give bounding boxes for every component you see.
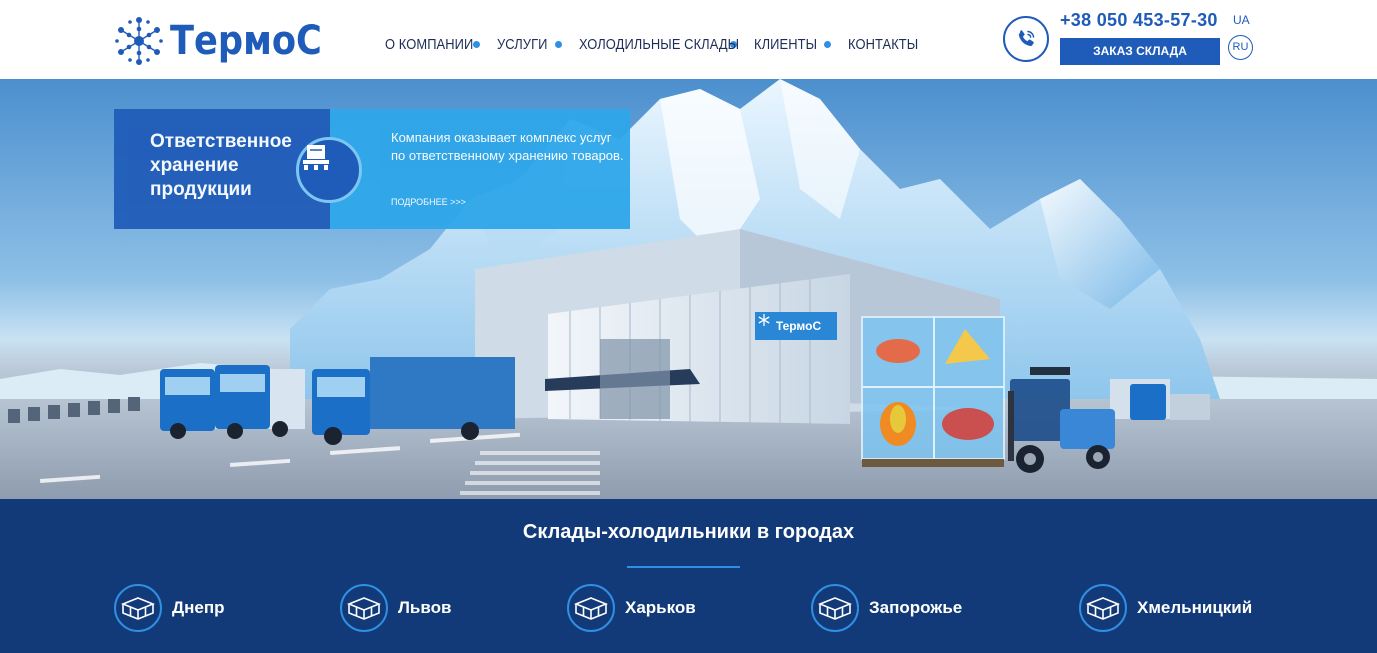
- nav-separator-dot: [555, 41, 562, 48]
- city-kharkiv[interactable]: Харьков: [567, 584, 696, 632]
- city-khmelnytskyi[interactable]: Хмельницкий: [1079, 584, 1252, 632]
- nav-item-clients[interactable]: КЛИЕНТЫ: [754, 36, 817, 53]
- nav-item-about[interactable]: О КОМПАНИИ: [385, 36, 473, 53]
- info-card-title: Ответственное хранение продукции: [150, 131, 292, 200]
- phone-icon: [1018, 30, 1035, 47]
- sign-snowflake-icon: [758, 314, 770, 326]
- warehouse-boxes-icon: [1079, 584, 1127, 632]
- city-name-kharkiv: Харьков: [625, 598, 696, 617]
- lang-switch-ru[interactable]: RU: [1228, 35, 1253, 60]
- cities-heading: Склады-холодильники в городах: [522, 521, 855, 543]
- nav-separator-dot: [824, 41, 831, 48]
- warehouse-boxes-icon: [811, 584, 859, 632]
- building-sign-text: ТермоС: [775, 319, 822, 333]
- lang-switch-ua[interactable]: UA: [1233, 13, 1250, 27]
- order-warehouse-button[interactable]: ЗАКАЗ СКЛАДА: [1060, 38, 1220, 65]
- nav-item-cold-warehouses[interactable]: ХОЛОДИЛЬНЫЕ СКЛАДЫ: [579, 36, 739, 53]
- city-dnipro[interactable]: Днепр: [114, 584, 225, 632]
- logo-text: ТермоС: [170, 18, 322, 64]
- storage-pallet-icon: [303, 145, 329, 170]
- city-zaporizhzhia[interactable]: Запорожье: [811, 584, 962, 632]
- hero-banner: Ответственное хранение продукции Компани…: [0, 79, 1377, 499]
- nav-item-contacts[interactable]: КОНТАКТЫ: [848, 36, 918, 53]
- info-card-text: Компания оказывает комплекс услуг по отв…: [391, 130, 624, 163]
- city-name-khmelnytskyi: Хмельницкий: [1137, 598, 1253, 617]
- nav-separator-dot: [473, 41, 480, 48]
- info-card-text-panel: Компания оказывает комплекс услуг по отв…: [330, 109, 630, 229]
- snowflake-logo-icon: [115, 17, 163, 65]
- warehouse-boxes-icon: [567, 584, 615, 632]
- phone-number[interactable]: +38 050 453-57-30: [1060, 10, 1218, 31]
- info-card-badge: [296, 137, 362, 203]
- warehouse-boxes-icon: [340, 584, 388, 632]
- heading-underline: [627, 566, 740, 568]
- phone-call-button[interactable]: [1003, 16, 1049, 62]
- city-name-zaporizhzhia: Запорожье: [869, 598, 963, 617]
- warehouse-boxes-icon: [114, 584, 162, 632]
- cities-section: Склады-холодильники в городах Днепр Льво…: [0, 499, 1377, 653]
- building-sign: ТермоС: [757, 313, 837, 339]
- read-more-link[interactable]: ПОДРОБНЕЕ >>>: [391, 197, 466, 207]
- nav-item-services[interactable]: УСЛУГИ: [497, 36, 547, 53]
- city-name-lviv: Львов: [398, 598, 452, 617]
- city-lviv[interactable]: Львов: [340, 584, 451, 632]
- main-nav: О КОМПАНИИ УСЛУГИ ХОЛОДИЛЬНЫЕ СКЛАДЫ КЛИ…: [385, 36, 930, 53]
- logo[interactable]: ТермоС: [114, 14, 343, 68]
- site-header: ТермоС О КОМПАНИИ УСЛУГИ ХОЛОДИЛЬНЫЕ СКЛ…: [0, 0, 1377, 79]
- city-name-dnipro: Днепр: [172, 598, 225, 617]
